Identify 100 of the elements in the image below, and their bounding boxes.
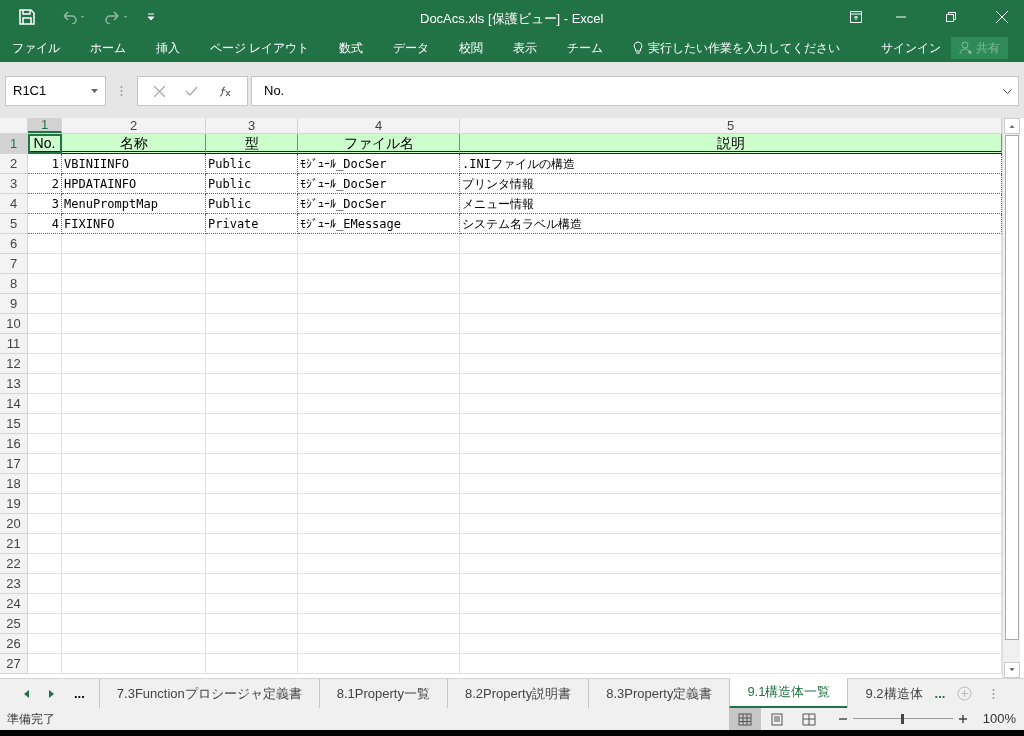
- table-cell[interactable]: Public: [206, 194, 298, 214]
- empty-cell[interactable]: [298, 234, 460, 254]
- empty-cell[interactable]: [460, 294, 1002, 314]
- empty-cell[interactable]: [206, 354, 298, 374]
- empty-cell[interactable]: [206, 374, 298, 394]
- empty-cell[interactable]: [206, 274, 298, 294]
- empty-cell[interactable]: [460, 634, 1002, 654]
- empty-cell[interactable]: [206, 234, 298, 254]
- row-header[interactable]: 10: [0, 314, 28, 334]
- table-cell[interactable]: MenuPromptMap: [62, 194, 206, 214]
- column-header[interactable]: 2: [62, 118, 206, 133]
- empty-cell[interactable]: [298, 454, 460, 474]
- column-header[interactable]: 1: [28, 118, 62, 133]
- row-header[interactable]: 21: [0, 534, 28, 554]
- empty-cell[interactable]: [62, 394, 206, 414]
- minimize-icon[interactable]: [896, 16, 906, 18]
- empty-cell[interactable]: [460, 254, 1002, 274]
- row-header[interactable]: 5: [0, 214, 28, 234]
- empty-cell[interactable]: [62, 334, 206, 354]
- row-header[interactable]: 3: [0, 174, 28, 194]
- ribbon-tab[interactable]: 数式: [339, 39, 364, 57]
- empty-cell[interactable]: [460, 574, 1002, 594]
- table-cell[interactable]: ﾓｼﾞｭｰﾙ_EMessage: [298, 214, 460, 234]
- empty-cell[interactable]: [62, 454, 206, 474]
- empty-cell[interactable]: [298, 294, 460, 314]
- table-cell[interactable]: システム名ラベル構造: [460, 214, 1002, 234]
- empty-cell[interactable]: [206, 474, 298, 494]
- sheet-tab[interactable]: 9.1構造体一覧: [729, 678, 848, 708]
- table-cell[interactable]: 説明: [460, 134, 1002, 154]
- empty-cell[interactable]: [298, 494, 460, 514]
- table-cell[interactable]: ﾓｼﾞｭｰﾙ_DocSer: [298, 174, 460, 194]
- empty-cell[interactable]: [460, 274, 1002, 294]
- ribbon-display-icon[interactable]: [850, 11, 862, 23]
- empty-cell[interactable]: [62, 534, 206, 554]
- row-header[interactable]: 19: [0, 494, 28, 514]
- empty-cell[interactable]: [460, 394, 1002, 414]
- sign-in-link[interactable]: サインイン: [881, 39, 941, 57]
- empty-cell[interactable]: [206, 334, 298, 354]
- row-header[interactable]: 16: [0, 434, 28, 454]
- table-cell[interactable]: 4: [28, 214, 62, 234]
- empty-cell[interactable]: [460, 614, 1002, 634]
- column-header[interactable]: 4: [298, 118, 460, 133]
- empty-cell[interactable]: [460, 454, 1002, 474]
- empty-cell[interactable]: [206, 294, 298, 314]
- formula-bar[interactable]: No.: [251, 76, 1019, 106]
- row-header[interactable]: 14: [0, 394, 28, 414]
- row-header[interactable]: 24: [0, 594, 28, 614]
- scroll-tabs-right-icon[interactable]: [49, 689, 54, 698]
- scroll-up-icon[interactable]: [1003, 118, 1020, 134]
- ribbon-tab[interactable]: ページ レイアウト: [210, 39, 310, 57]
- table-cell[interactable]: HPDATAINFO: [62, 174, 206, 194]
- zoom-out-icon[interactable]: [838, 715, 847, 723]
- empty-cell[interactable]: [62, 614, 206, 634]
- more-sheets-button[interactable]: ...: [934, 683, 946, 704]
- row-header[interactable]: 15: [0, 414, 28, 434]
- empty-cell[interactable]: [460, 594, 1002, 614]
- table-cell[interactable]: 名称: [62, 134, 206, 154]
- empty-cell[interactable]: [298, 594, 460, 614]
- empty-cell[interactable]: [298, 374, 460, 394]
- empty-cell[interactable]: [298, 514, 460, 534]
- empty-cell[interactable]: [206, 314, 298, 334]
- empty-cell[interactable]: [460, 554, 1002, 574]
- more-options-icon[interactable]: [120, 85, 123, 97]
- empty-cell[interactable]: [62, 654, 206, 674]
- table-cell[interactable]: Public: [206, 174, 298, 194]
- table-cell[interactable]: No.: [28, 134, 62, 154]
- row-header[interactable]: 22: [0, 554, 28, 574]
- empty-cell[interactable]: [460, 414, 1002, 434]
- empty-cell[interactable]: [206, 654, 298, 674]
- empty-cell[interactable]: [62, 254, 206, 274]
- table-cell[interactable]: 1: [28, 154, 62, 174]
- empty-cell[interactable]: [206, 614, 298, 634]
- empty-cell[interactable]: [62, 434, 206, 454]
- row-header[interactable]: 9: [0, 294, 28, 314]
- row-header[interactable]: 8: [0, 274, 28, 294]
- empty-cell[interactable]: [460, 534, 1002, 554]
- empty-cell[interactable]: [298, 274, 460, 294]
- empty-cell[interactable]: [298, 474, 460, 494]
- empty-cell[interactable]: [206, 434, 298, 454]
- empty-cell[interactable]: [298, 534, 460, 554]
- empty-cell[interactable]: [460, 334, 1002, 354]
- table-cell[interactable]: FIXINFO: [62, 214, 206, 234]
- table-cell[interactable]: ﾓｼﾞｭｰﾙ_DocSer: [298, 154, 460, 174]
- empty-cell[interactable]: [62, 494, 206, 514]
- empty-cell[interactable]: [206, 514, 298, 534]
- ribbon-tab[interactable]: チーム: [567, 39, 604, 57]
- add-sheet-icon[interactable]: [957, 686, 973, 701]
- table-cell[interactable]: 2: [28, 174, 62, 194]
- customize-toolbar-icon[interactable]: [147, 13, 155, 21]
- row-header[interactable]: 13: [0, 374, 28, 394]
- row-header[interactable]: 17: [0, 454, 28, 474]
- table-cell[interactable]: プリンタ情報: [460, 174, 1002, 194]
- empty-cell[interactable]: [206, 574, 298, 594]
- row-header[interactable]: 12: [0, 354, 28, 374]
- row-header[interactable]: 7: [0, 254, 28, 274]
- empty-cell[interactable]: [62, 594, 206, 614]
- empty-cell[interactable]: [62, 634, 206, 654]
- empty-cell[interactable]: [206, 414, 298, 434]
- row-header[interactable]: 27: [0, 654, 28, 674]
- empty-cell[interactable]: [62, 514, 206, 534]
